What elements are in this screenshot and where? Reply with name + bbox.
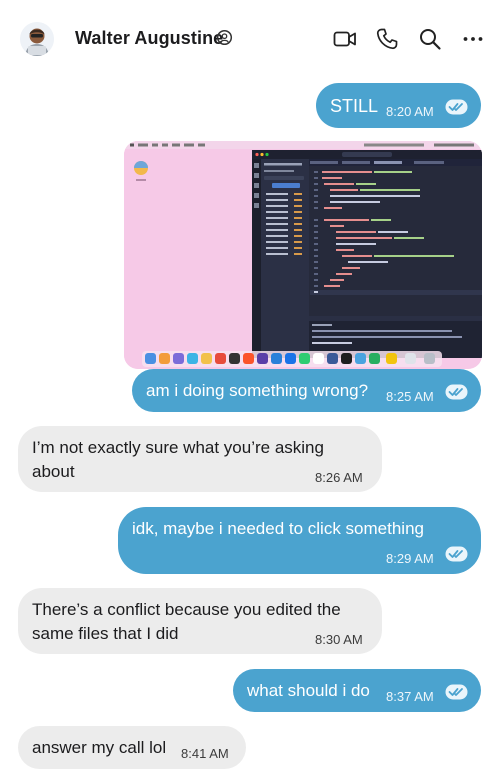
message-time: 8:37 AM [386, 689, 434, 704]
outgoing-message[interactable]: STILL 8:20 AM [316, 83, 481, 128]
message-time: 8:26 AM [315, 470, 363, 485]
avatar[interactable] [20, 22, 54, 56]
message-time: 8:25 AM [386, 389, 434, 404]
memoji-avatar-icon [20, 22, 54, 56]
message-text: answer my call lol [32, 738, 167, 757]
message-text: what should i do [247, 681, 370, 700]
conversation-header: Walter Augustine [0, 0, 500, 78]
video-call-icon[interactable] [333, 27, 357, 51]
contact-name[interactable]: Walter Augustine [75, 28, 223, 49]
image-attachment[interactable] [124, 141, 482, 369]
message-time: 8:30 AM [315, 632, 363, 647]
outgoing-message[interactable]: what should i do 8:37 AM [233, 669, 481, 712]
incoming-message[interactable]: I’m not exactly sure what you’re asking … [18, 426, 382, 492]
message-text: STILL [330, 96, 379, 116]
message-text-line: There’s a conflict because you edited th… [32, 600, 341, 619]
incoming-message[interactable]: There’s a conflict because you edited th… [18, 588, 382, 654]
message-text-line: I’m not exactly sure what you’re asking [32, 438, 324, 457]
message-time: 8:41 AM [181, 746, 229, 761]
read-receipt-icon [445, 546, 468, 562]
message-text-line: about [32, 462, 75, 481]
read-receipt-icon [445, 384, 468, 400]
screenshot-thumbnail [124, 141, 482, 369]
phone-call-icon[interactable] [375, 27, 399, 51]
read-receipt-icon [445, 684, 468, 700]
search-icon[interactable] [418, 27, 442, 51]
message-time: 8:20 AM [386, 104, 434, 119]
outgoing-message[interactable]: am i doing something wrong? 8:25 AM [132, 369, 481, 412]
more-options-icon[interactable] [461, 27, 485, 51]
incoming-message[interactable]: answer my call lol 8:41 AM [18, 726, 246, 769]
message-text-line: same files that I did [32, 624, 179, 643]
message-time: 8:29 AM [386, 551, 434, 566]
read-receipt-icon [445, 99, 468, 115]
verified-badge-icon [216, 29, 233, 46]
message-text: am i doing something wrong? [146, 381, 369, 400]
outgoing-message[interactable]: idk, maybe i needed to click something 8… [118, 507, 481, 574]
message-text: idk, maybe i needed to click something [132, 519, 424, 538]
